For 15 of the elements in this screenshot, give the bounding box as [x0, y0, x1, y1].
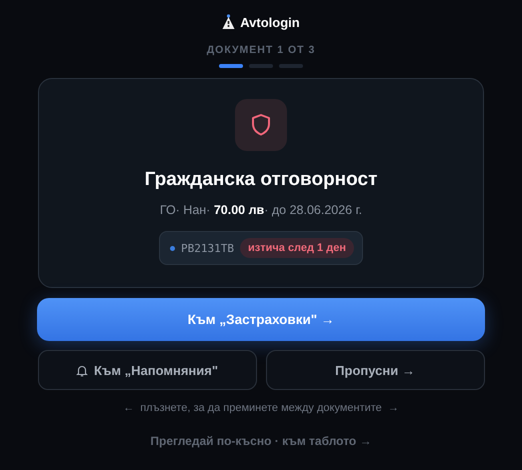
brand-name: Avtologin	[240, 14, 300, 30]
plate-number: PB2131TB	[181, 242, 234, 254]
document-title: Гражданска отговорност	[144, 169, 378, 191]
skip-button[interactable]: Пропусни →	[266, 350, 484, 390]
document-details: ГО· Нан· 70.00 лв· до 28.06.2026 г.	[160, 203, 362, 217]
reminders-button[interactable]: Към „Напомняния"	[38, 350, 256, 390]
insurance-button[interactable]: Към „Застраховки" →	[37, 298, 485, 341]
expiry-badge: изтича след 1 ден	[240, 238, 354, 258]
shield-icon	[235, 99, 287, 151]
logo-icon	[222, 14, 236, 30]
bell-icon	[76, 364, 88, 376]
status-dot	[170, 246, 176, 250]
swipe-hint: ← плъзнете, за да преминете между документите →	[123, 402, 399, 414]
progress-step[interactable]	[219, 64, 243, 68]
progress-label: ДОКУМЕНТ 1 ОТ 3	[206, 44, 316, 56]
